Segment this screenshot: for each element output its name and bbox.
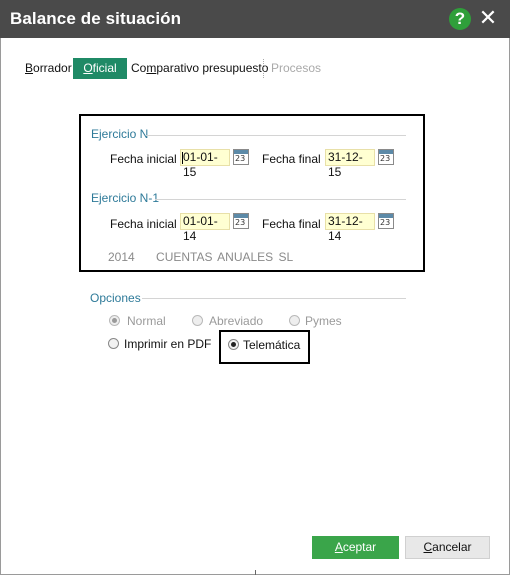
radio-telematica[interactable] <box>228 339 239 350</box>
ejercicio-n1-fecha-final-input[interactable]: 31-12-14 <box>325 213 375 243</box>
tab-separator <box>263 59 264 78</box>
ejercicio-n1-fecha-inicial-input[interactable]: 01-01-14 <box>180 213 230 243</box>
calendar-icon[interactable]: 23 <box>233 149 249 165</box>
ejercicio-n1-rule <box>155 199 406 200</box>
title-bar: Balance de situación ? ✕ <box>0 0 510 38</box>
bottom-edge-mark <box>255 570 256 575</box>
radio-imprimir-pdf-label: Imprimir en PDF <box>124 337 212 351</box>
radio-normal[interactable] <box>109 315 120 326</box>
radio-imprimir-pdf[interactable] <box>108 338 119 349</box>
opciones-rule <box>142 298 406 299</box>
radio-normal-label: Normal <box>127 314 166 328</box>
help-icon[interactable]: ? <box>449 8 471 30</box>
opciones-title: Opciones <box>90 291 141 305</box>
calendar-icon[interactable]: 23 <box>378 149 394 165</box>
tab-oficial[interactable]: Oficial <box>73 58 127 79</box>
ejercicio-n-fecha-inicial-label: Fecha inicial <box>110 152 177 166</box>
radio-pymes[interactable] <box>289 315 300 326</box>
ejercicio-n1-title: Ejercicio N-1 <box>91 191 160 205</box>
aceptar-button[interactable]: Aceptar <box>312 536 399 559</box>
close-icon[interactable]: ✕ <box>478 6 498 30</box>
mode-tabs: Borrador Oficial Comparativo presupuesto… <box>0 58 510 80</box>
ejercicio-n1-fecha-inicial-label: Fecha inicial <box>110 217 177 231</box>
ejercicio-n-rule <box>146 135 406 136</box>
company-info: 2014 CUENTAS ANUALES SL <box>108 250 293 264</box>
ejercicio-n-fecha-final-input[interactable]: 31-12-15 <box>325 149 375 179</box>
radio-abreviado[interactable] <box>192 315 203 326</box>
radio-abreviado-label: Abreviado <box>209 314 264 328</box>
radio-telematica-label: Telemática <box>243 338 301 352</box>
window-title: Balance de situación <box>10 9 182 28</box>
tab-comparativo-presupuesto[interactable]: Comparativo presupuesto <box>131 58 268 79</box>
radio-pymes-label: Pymes <box>305 314 342 328</box>
tab-borrador[interactable]: Borrador <box>25 58 72 79</box>
ejercicio-n-fecha-inicial-input[interactable]: 01-01-15 <box>180 149 230 179</box>
company-year: 2014 <box>108 250 135 264</box>
calendar-icon[interactable]: 23 <box>233 213 249 229</box>
ejercicio-n-title: Ejercicio N <box>91 127 149 141</box>
ejercicio-n1-fecha-final-label: Fecha final <box>262 217 321 231</box>
calendar-icon[interactable]: 23 <box>378 213 394 229</box>
company-name: CUENTAS ANUALES SL <box>156 250 294 264</box>
cancelar-button[interactable]: Cancelar <box>405 536 490 559</box>
tab-procesos: Procesos <box>271 61 322 75</box>
ejercicio-n-fecha-final-label: Fecha final <box>262 152 321 166</box>
